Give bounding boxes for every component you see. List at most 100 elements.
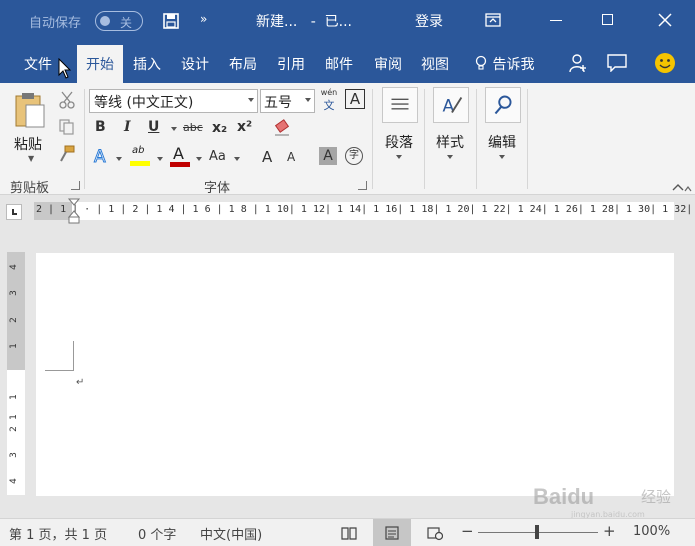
zoom-in-button[interactable]: + <box>603 522 616 540</box>
clear-formatting-icon[interactable] <box>273 119 291 137</box>
svg-text:A: A <box>443 97 455 117</box>
horizontal-ruler-bar: 2 | 1 | · | 1 | 2 | 1 4 | 1 6 | 1 8 | 1 … <box>0 196 695 226</box>
share-person-icon[interactable] <box>568 53 588 73</box>
highlight-color-button[interactable]: ab <box>130 145 152 167</box>
print-layout-icon[interactable] <box>384 525 400 541</box>
close-icon[interactable] <box>657 12 673 28</box>
paragraph-label: 段落 <box>385 135 413 151</box>
vertical-ruler-tick: 3 <box>8 452 19 458</box>
paragraph-button[interactable]: 段落 <box>377 87 421 165</box>
phonetic-bottom: 文 <box>323 99 335 112</box>
indent-markers-icon[interactable] <box>68 198 80 224</box>
change-case-button[interactable]: Aa <box>209 149 226 164</box>
scroll-up-icon[interactable] <box>684 182 692 196</box>
paragraph-icon <box>382 87 418 123</box>
copy-icon[interactable] <box>58 118 76 136</box>
tab-mailings[interactable]: 邮件 <box>325 54 353 74</box>
text-boundary-corner <box>45 341 74 371</box>
separator <box>372 89 373 189</box>
tell-me-label: 告诉我 <box>492 57 535 73</box>
phonetic-top: wén <box>320 88 338 97</box>
word-count[interactable]: 0 个字 <box>138 524 176 543</box>
tab-home[interactable]: 开始 <box>77 45 123 83</box>
chevron-down-icon <box>396 155 402 159</box>
search-icon <box>485 87 521 123</box>
web-layout-icon[interactable] <box>427 525 443 541</box>
collapse-ribbon-icon[interactable] <box>672 183 684 191</box>
grow-font-button[interactable]: A <box>262 148 272 166</box>
smiley-feedback-icon[interactable] <box>654 52 676 74</box>
paste-button[interactable]: 粘贴 <box>14 134 42 154</box>
editing-label: 编辑 <box>488 135 516 151</box>
vertical-ruler[interactable]: 4 3 2 1 1 1 2 3 4 <box>7 252 25 495</box>
zoom-level[interactable]: 100% <box>633 524 670 539</box>
tab-design[interactable]: 设计 <box>181 54 209 74</box>
title-bar: 自动保存 关 » 新建... - 已... 登录 <box>0 0 695 41</box>
underline-dropdown-icon[interactable] <box>171 127 177 131</box>
tab-layout[interactable]: 布局 <box>229 54 257 74</box>
highlight-label: ab <box>132 145 145 156</box>
autosave-toggle[interactable]: 关 <box>95 11 143 31</box>
vertical-ruler-tick: 4 <box>8 478 19 484</box>
document-page[interactable]: ↵ <box>36 253 674 496</box>
clipboard-launcher-icon[interactable] <box>71 181 80 190</box>
zoom-slider-thumb[interactable] <box>535 525 539 539</box>
minimize-icon[interactable] <box>550 20 562 21</box>
paste-dropdown-icon[interactable]: ▼ <box>28 154 34 163</box>
comment-icon[interactable] <box>607 54 627 72</box>
zoom-out-button[interactable]: − <box>461 522 474 540</box>
superscript-button[interactable]: x² <box>237 119 252 135</box>
vertical-ruler-tick: 1 <box>8 414 19 420</box>
quick-access-more-icon[interactable]: » <box>200 12 207 26</box>
styles-label: 样式 <box>436 135 464 151</box>
font-launcher-icon[interactable] <box>358 181 367 190</box>
strikethrough-button[interactable]: abc <box>183 121 203 134</box>
font-color-button[interactable]: A <box>170 144 192 167</box>
font-color-dropdown-icon[interactable] <box>196 157 202 161</box>
vertical-ruler-tick: 1 <box>8 343 19 349</box>
shrink-font-button[interactable]: A <box>287 150 295 164</box>
underline-button[interactable]: U <box>148 119 159 135</box>
login-button[interactable]: 登录 <box>415 11 443 31</box>
tab-view[interactable]: 视图 <box>421 54 449 74</box>
tab-references[interactable]: 引用 <box>277 54 305 74</box>
change-case-dropdown-icon[interactable] <box>234 157 240 161</box>
font-name-select[interactable]: 等线 (中文正文) <box>89 89 258 113</box>
text-effects-button[interactable]: A <box>94 147 107 168</box>
text-effects-dropdown-icon[interactable] <box>116 157 122 161</box>
character-border-button[interactable]: A <box>345 89 365 109</box>
read-mode-icon[interactable] <box>341 525 357 541</box>
tab-review[interactable]: 审阅 <box>374 54 402 74</box>
save-icon[interactable] <box>163 13 179 29</box>
styles-icon: A <box>433 87 469 123</box>
watermark-sub: 经验 <box>641 488 672 506</box>
language-indicator[interactable]: 中文(中国) <box>200 524 262 543</box>
ribbon: 粘贴 ▼ 剪贴板 等线 (中文正文) 五号 wén 文 A B I U abc … <box>0 83 695 196</box>
horizontal-ruler[interactable]: 2 | 1 | · | 1 | 2 | 1 4 | 1 6 | 1 8 | 1 … <box>34 202 692 220</box>
format-painter-icon[interactable] <box>58 145 76 163</box>
vertical-ruler-tick: 1 <box>8 394 19 400</box>
italic-button[interactable]: I <box>124 119 131 135</box>
maximize-icon[interactable] <box>602 14 613 25</box>
highlight-dropdown-icon[interactable] <box>157 157 163 161</box>
tab-insert[interactable]: 插入 <box>133 54 161 74</box>
ribbon-tab-bar: 文件 开始 插入 设计 布局 引用 邮件 审阅 视图 告诉我 <box>0 41 695 83</box>
editing-button[interactable]: 编辑 <box>480 87 524 165</box>
cut-icon[interactable] <box>58 91 76 109</box>
enclose-characters-button[interactable]: 字 <box>345 147 363 165</box>
paste-icon[interactable] <box>14 91 46 129</box>
bold-button[interactable]: B <box>95 119 106 135</box>
page-count[interactable]: 第 1 页，共 1 页 <box>9 524 107 543</box>
ribbon-display-options-icon[interactable] <box>485 12 501 28</box>
separator <box>424 89 425 189</box>
subscript-button[interactable]: x₂ <box>212 120 227 136</box>
phonetic-guide-button[interactable]: wén 文 <box>320 88 338 112</box>
character-shading-button[interactable]: A <box>319 147 337 165</box>
tell-me-search[interactable]: 告诉我 <box>474 54 534 74</box>
tab-file[interactable]: 文件 <box>24 54 52 74</box>
chevron-down-icon <box>305 98 311 102</box>
tab-selector[interactable] <box>6 204 22 220</box>
chevron-down-icon <box>447 155 453 159</box>
font-size-select[interactable]: 五号 <box>260 89 315 113</box>
styles-button[interactable]: A 样式 <box>428 87 472 165</box>
